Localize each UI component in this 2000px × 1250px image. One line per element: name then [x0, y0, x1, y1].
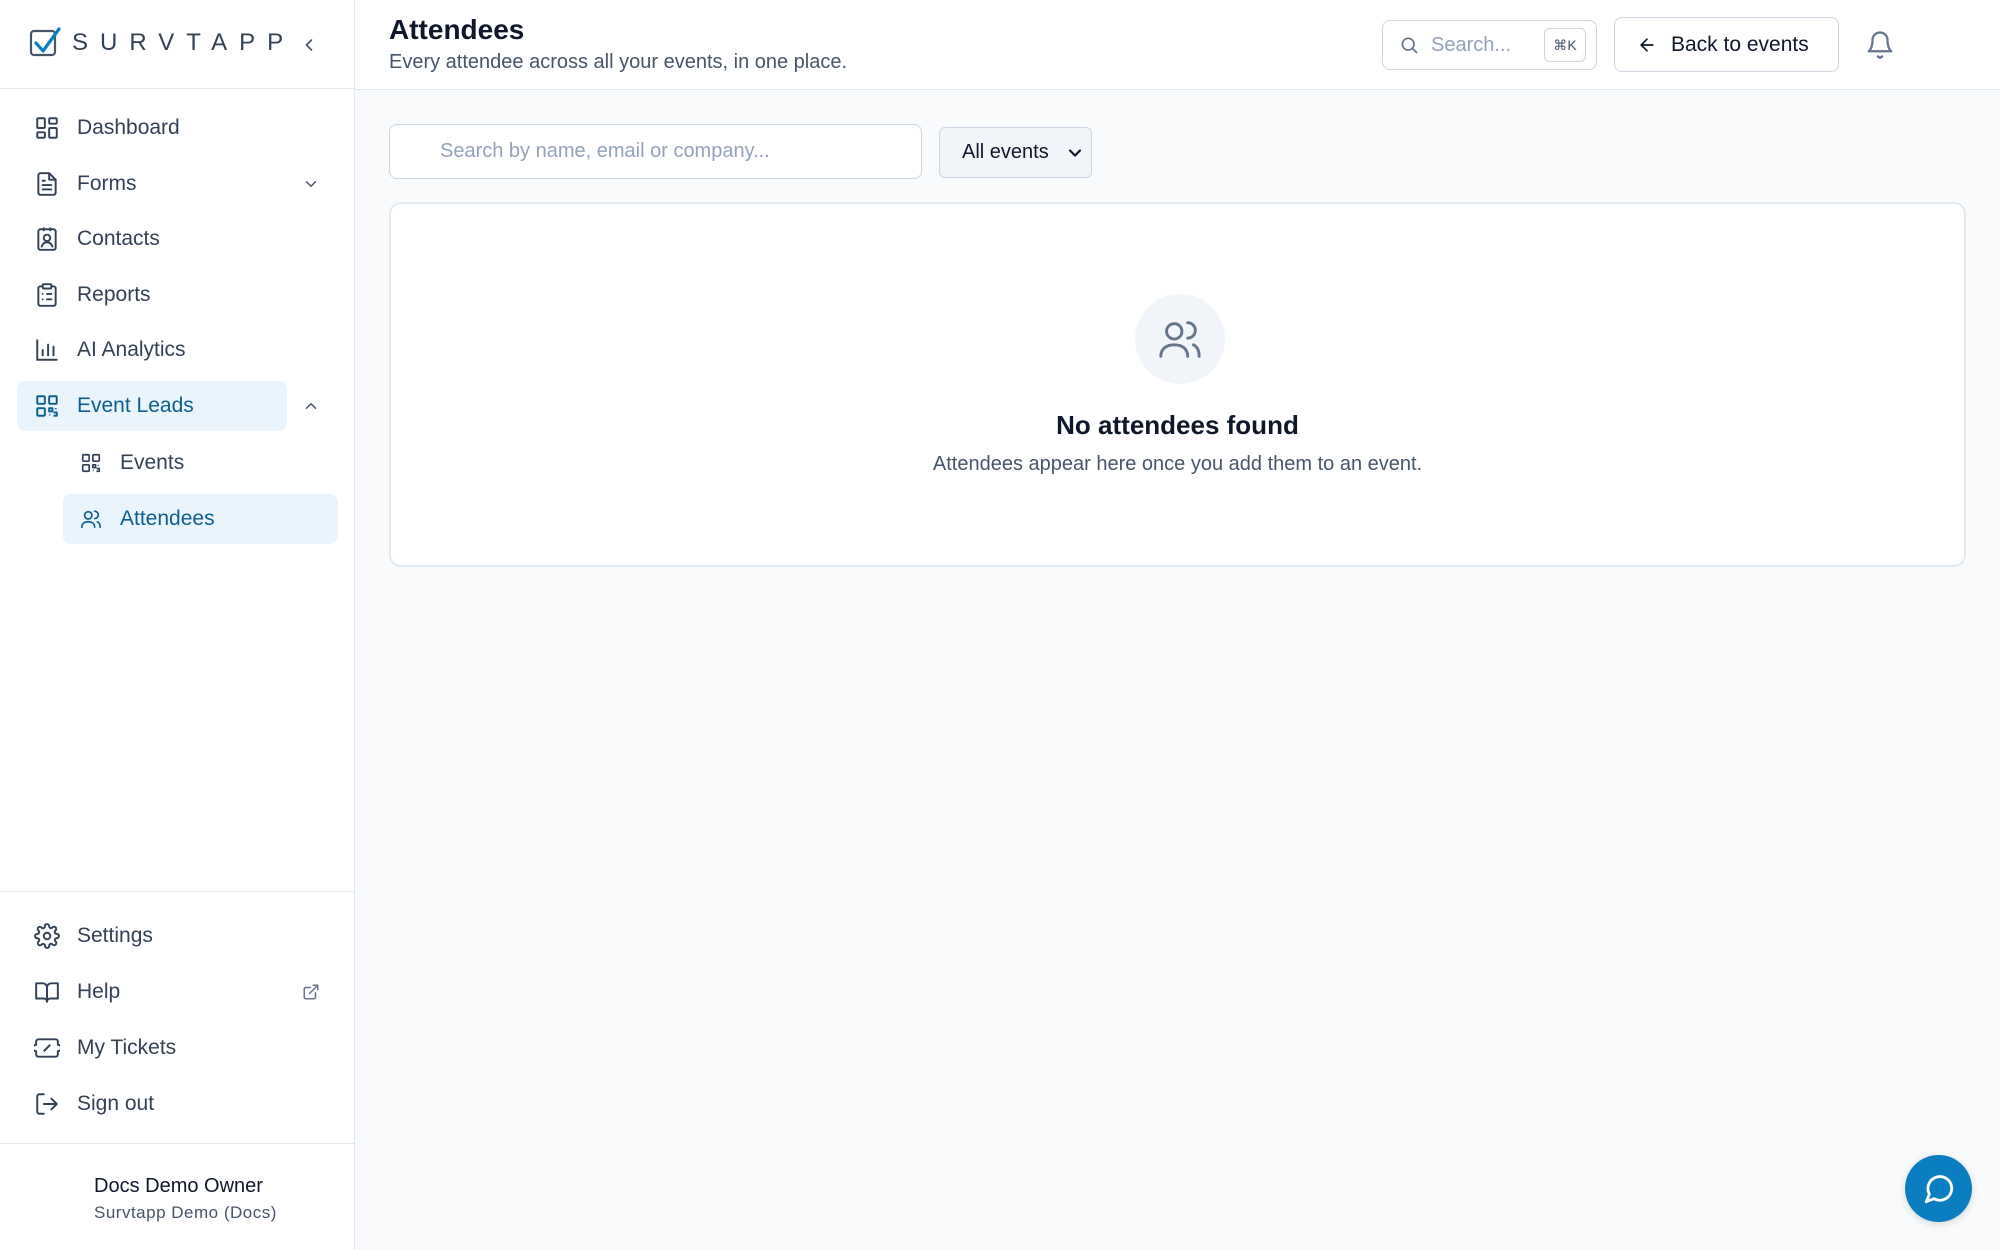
sidebar-subitem-label: Events — [120, 451, 185, 474]
sidebar-item-label: Event Leads — [77, 393, 194, 417]
file-text-icon — [33, 170, 61, 198]
users-icon — [78, 506, 104, 532]
back-to-events-label: Back to events — [1671, 32, 1809, 56]
sidebar-item-my-tickets[interactable]: My Tickets — [17, 1023, 338, 1073]
qr-code-icon — [33, 392, 61, 420]
sidebar-item-label: Forms — [77, 171, 137, 195]
sidebar-item-reports[interactable]: Reports — [17, 270, 338, 320]
sidebar-item-label: Help — [77, 980, 121, 1003]
sidebar-item-label: Reports — [77, 282, 151, 306]
collapse-sidebar-button[interactable] — [296, 32, 322, 58]
global-search-input[interactable]: Search... ⌘K — [1382, 20, 1597, 70]
user-name: Docs Demo Owner — [94, 1175, 263, 1197]
back-to-events-button[interactable]: Back to events — [1614, 17, 1839, 72]
empty-state-title: No attendees found — [1056, 410, 1299, 440]
sidebar-subitem-label: Attendees — [120, 507, 215, 530]
log-out-icon — [33, 1090, 61, 1118]
logo-checkmark-icon — [28, 26, 62, 60]
sidebar-nav: Dashboard Forms Contacts Reports AI Anal… — [17, 103, 338, 437]
logo[interactable]: SURVTAPP — [28, 26, 295, 60]
clipboard-list-icon — [33, 281, 61, 309]
sidebar-item-label: AI Analytics — [77, 338, 186, 362]
empty-state-card: No attendees found Attendees appear here… — [389, 202, 1966, 567]
sidebar-item-help[interactable]: Help — [17, 967, 338, 1017]
page-subtitle: Every attendee across all your events, i… — [389, 51, 848, 73]
user-org: Survtapp Demo (Docs) — [94, 1203, 277, 1222]
sidebar-item-contacts[interactable]: Contacts — [17, 214, 338, 264]
empty-state-description: Attendees appear here once you add them … — [932, 453, 1423, 475]
chevron-up-icon[interactable] — [298, 393, 324, 419]
event-filter-value: All events — [962, 141, 1049, 163]
ticket-icon — [33, 1034, 61, 1062]
users-icon — [1157, 316, 1203, 362]
chevron-down-icon[interactable] — [298, 171, 324, 197]
sidebar-item-label: My Tickets — [77, 1036, 177, 1059]
chevron-left-icon — [299, 35, 319, 55]
empty-state-icon-circle — [1135, 294, 1225, 384]
bar-chart-icon — [33, 336, 61, 364]
sidebar: SURVTAPP Dashboard Forms Contacts Report… — [0, 0, 355, 1250]
gear-icon — [33, 922, 61, 950]
qr-code-icon — [78, 450, 104, 476]
sidebar-footer-nav: Settings Help My Tickets Sign out — [0, 891, 354, 1115]
sidebar-item-forms[interactable]: Forms — [17, 159, 338, 209]
message-circle-icon — [1922, 1172, 1956, 1206]
attendee-search-input[interactable] — [389, 124, 922, 179]
sidebar-item-sign-out[interactable]: Sign out — [17, 1079, 338, 1129]
sidebar-item-label: Sign out — [77, 1092, 155, 1115]
search-shortcut-badge: ⌘K — [1544, 28, 1586, 62]
book-open-icon — [33, 978, 61, 1006]
sidebar-item-label: Settings — [77, 924, 153, 947]
search-icon — [1399, 35, 1419, 55]
event-filter-select[interactable]: All events — [939, 127, 1092, 178]
logo-text: SURVTAPP — [72, 29, 296, 56]
sidebar-item-ai-analytics[interactable]: AI Analytics — [17, 325, 338, 375]
chevron-down-icon — [1065, 143, 1085, 163]
external-link-icon — [298, 979, 324, 1005]
sidebar-item-event-leads[interactable]: Event Leads — [17, 380, 338, 431]
sidebar-item-label: Dashboard — [77, 116, 180, 139]
contact-icon — [33, 225, 61, 253]
sidebar-item-dashboard[interactable]: Dashboard — [17, 103, 338, 153]
top-header: Attendees Every attendee across all your… — [355, 0, 2000, 90]
sidebar-item-settings[interactable]: Settings — [17, 911, 338, 961]
page-title: Attendees — [389, 14, 525, 45]
layout-dashboard-icon — [33, 114, 61, 142]
user-profile[interactable]: Docs Demo Owner Survtapp Demo (Docs) — [0, 1143, 354, 1250]
sidebar-item-label: Contacts — [77, 227, 160, 251]
global-search-placeholder: Search... — [1431, 33, 1512, 56]
arrow-left-icon — [1637, 35, 1657, 55]
sidebar-subitem-events[interactable]: Events — [63, 438, 338, 488]
chat-support-button[interactable] — [1905, 1155, 1972, 1222]
sidebar-subitem-attendees[interactable]: Attendees — [63, 494, 338, 544]
sidebar-header: SURVTAPP — [0, 0, 354, 89]
bell-icon[interactable] — [1865, 30, 1895, 60]
